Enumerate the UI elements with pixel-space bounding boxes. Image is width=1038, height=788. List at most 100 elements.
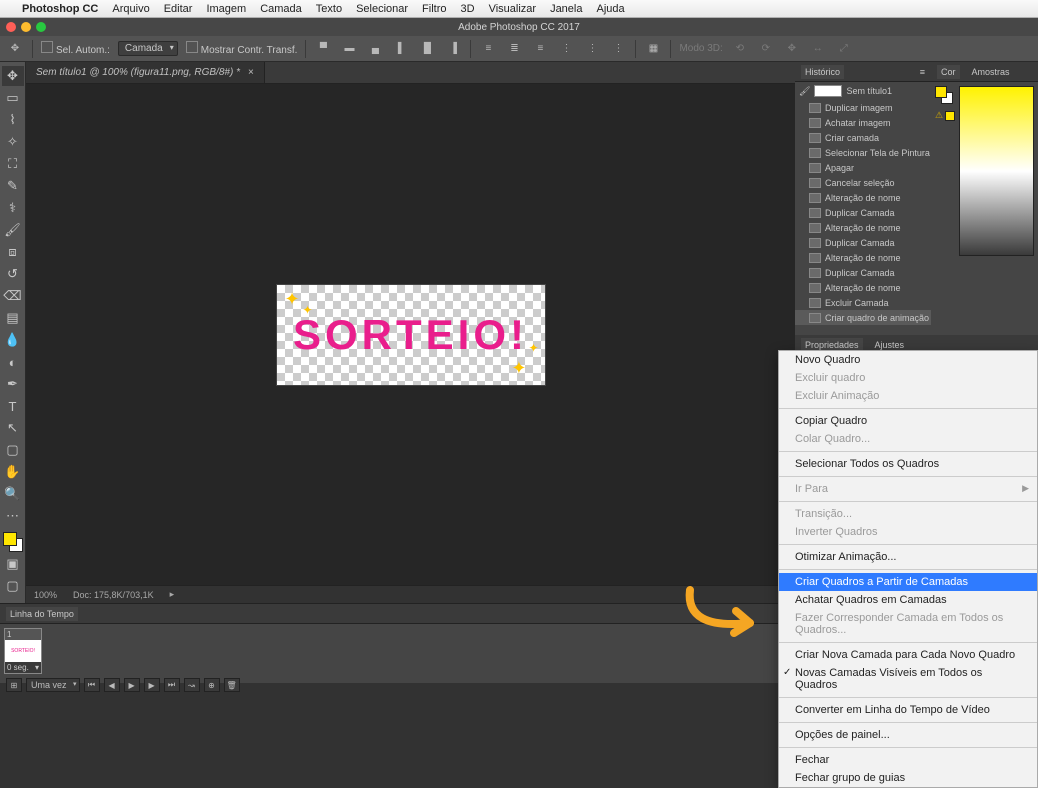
menu-item[interactable]: Criar Quadros a Partir de Camadas <box>779 573 1037 591</box>
traffic-lights[interactable] <box>6 22 46 32</box>
menu-3d[interactable]: 3D <box>461 3 475 15</box>
rectangle-tool[interactable]: ▢ <box>2 440 24 460</box>
menu-imagem[interactable]: Imagem <box>206 3 246 15</box>
menu-editar[interactable]: Editar <box>164 3 193 15</box>
edit-toolbar[interactable]: ⋯ <box>2 506 24 526</box>
history-item[interactable]: Duplicar imagem <box>795 100 931 115</box>
tween-icon[interactable]: ↝ <box>184 678 200 692</box>
history-item[interactable]: Apagar <box>795 160 931 175</box>
blur-tool[interactable]: 💧 <box>2 330 24 350</box>
path-select-tool[interactable]: ↖ <box>2 418 24 438</box>
history-item[interactable]: Criar camada <box>795 130 931 145</box>
auto-select-checkbox[interactable]: Sel. Autom.: <box>41 41 110 56</box>
history-item[interactable]: Duplicar Camada <box>795 205 931 220</box>
dist-hcenter-icon[interactable]: ⋮ <box>583 40 601 58</box>
menu-item[interactable]: Novas Camadas Visíveis em Todos os Quadr… <box>779 664 1037 694</box>
menu-camada[interactable]: Camada <box>260 3 302 15</box>
color-tab[interactable]: Cor <box>937 65 960 79</box>
clone-stamp-tool[interactable]: ⧈ <box>2 242 24 262</box>
history-item[interactable]: Duplicar Camada <box>795 265 931 280</box>
screenmode-toggle[interactable]: ▢ <box>2 576 24 596</box>
marquee-tool[interactable]: ▭ <box>2 88 24 108</box>
magic-wand-tool[interactable]: ✧ <box>2 132 24 152</box>
fg-color-swatch[interactable] <box>3 532 17 546</box>
brush-tool[interactable]: 🖌 <box>2 220 24 240</box>
history-item[interactable]: Alteração de nome <box>795 280 931 295</box>
lasso-tool[interactable]: ⌇ <box>2 110 24 130</box>
menu-janela[interactable]: Janela <box>550 3 582 15</box>
close-tab-icon[interactable]: × <box>248 67 254 78</box>
history-item[interactable]: Duplicar Camada <box>795 235 931 250</box>
align-right-icon[interactable]: ▐ <box>444 40 462 58</box>
history-item[interactable]: Selecionar Tela de Pintura <box>795 145 931 160</box>
history-tab[interactable]: Histórico <box>801 65 844 79</box>
history-root[interactable]: 🖌 Sem título1 <box>795 82 931 100</box>
mini-fg-swatch[interactable] <box>935 86 947 98</box>
gradient-tool[interactable]: ▤ <box>2 308 24 328</box>
menu-item[interactable]: Achatar Quadros em Camadas <box>779 591 1037 609</box>
convert-timeline-icon[interactable]: ⊞ <box>6 678 22 692</box>
close-window-icon[interactable] <box>6 22 16 32</box>
dist-bottom-icon[interactable]: ≡ <box>531 40 549 58</box>
menu-item[interactable]: Copiar Quadro <box>779 412 1037 430</box>
menu-item[interactable]: Fechar <box>779 751 1037 769</box>
healing-brush-tool[interactable]: ⚕ <box>2 198 24 218</box>
history-brush-tool[interactable]: ↺ <box>2 264 24 284</box>
play-icon[interactable]: ▶ <box>124 678 140 692</box>
zoom-window-icon[interactable] <box>36 22 46 32</box>
mini-swatches[interactable] <box>935 86 953 104</box>
history-item[interactable]: Achatar imagem <box>795 115 931 130</box>
status-flyout-icon[interactable]: ▸ <box>170 589 175 600</box>
menu-ajuda[interactable]: Ajuda <box>596 3 624 15</box>
align-top-icon[interactable]: ▀ <box>314 40 332 58</box>
dist-top-icon[interactable]: ≡ <box>479 40 497 58</box>
mac-menu-bar[interactable]: Photoshop CC Arquivo Editar Imagem Camad… <box>0 0 1038 18</box>
move-tool[interactable]: ✥ <box>2 66 24 86</box>
auto-select-combo[interactable]: Camada <box>118 41 178 56</box>
menu-arquivo[interactable]: Arquivo <box>112 3 149 15</box>
show-transform-checkbox[interactable]: Mostrar Contr. Transf. <box>186 41 298 56</box>
last-frame-icon[interactable]: ⏭ <box>164 678 180 692</box>
app-name[interactable]: Photoshop CC <box>22 3 98 15</box>
dist-vcenter-icon[interactable]: ≣ <box>505 40 523 58</box>
gamut-warning[interactable]: ⚠ <box>935 110 955 121</box>
align-vcenter-icon[interactable]: ▬ <box>340 40 358 58</box>
menu-item[interactable]: Fechar grupo de guias <box>779 769 1037 787</box>
dodge-tool[interactable]: ◐ <box>2 352 24 372</box>
loop-combo[interactable]: Uma vez <box>26 678 80 692</box>
crop-tool[interactable]: ⛶ <box>2 154 24 174</box>
document-tab[interactable]: Sem título1 @ 100% (figura11.png, RGB/8#… <box>26 62 265 83</box>
history-item[interactable]: Alteração de nome <box>795 220 931 235</box>
timeline-frame[interactable]: 1 SORTEIO! 0 seg.▾ <box>4 628 42 674</box>
eyedropper-tool[interactable]: ✎ <box>2 176 24 196</box>
hand-tool[interactable]: ✋ <box>2 462 24 482</box>
align-hcenter-icon[interactable]: █ <box>418 40 436 58</box>
delete-frame-icon[interactable]: 🗑 <box>224 678 240 692</box>
menu-item[interactable]: Selecionar Todos os Quadros <box>779 455 1037 473</box>
history-item[interactable]: Alteração de nome <box>795 190 931 205</box>
eraser-tool[interactable]: ⌫ <box>2 286 24 306</box>
align-left-icon[interactable]: ▌ <box>392 40 410 58</box>
history-item[interactable]: Excluir Camada <box>795 295 931 310</box>
color-picker[interactable] <box>959 86 1034 256</box>
menu-item[interactable]: Criar Nova Camada para Cada Novo Quadro <box>779 646 1037 664</box>
doc-size[interactable]: Doc: 175,8K/703,1K <box>73 590 154 600</box>
canvas[interactable]: ✦ ✦ ✦ ✦ SORTEIO! <box>276 284 546 386</box>
dist-left-icon[interactable]: ⋮ <box>557 40 575 58</box>
frame-delay[interactable]: 0 seg.▾ <box>5 662 41 673</box>
dist-right-icon[interactable]: ⋮ <box>609 40 627 58</box>
history-list[interactable]: 🖌 Sem título1 Duplicar imagemAchatar ima… <box>795 82 931 335</box>
menu-item[interactable]: Otimizar Animação... <box>779 548 1037 566</box>
first-frame-icon[interactable]: ⏮ <box>84 678 100 692</box>
menu-selecionar[interactable]: Selecionar <box>356 3 408 15</box>
timeline-panel-menu[interactable]: Novo QuadroExcluir quadroExcluir Animaçã… <box>778 350 1038 788</box>
next-frame-icon[interactable]: ▶ <box>144 678 160 692</box>
menu-item[interactable]: Converter em Linha do Tempo de Vídeo <box>779 701 1037 719</box>
history-item[interactable]: Cancelar seleção <box>795 175 931 190</box>
history-item[interactable]: Alteração de nome <box>795 250 931 265</box>
menu-item[interactable]: Opções de painel... <box>779 726 1037 744</box>
new-frame-icon[interactable]: ⊕ <box>204 678 220 692</box>
minimize-window-icon[interactable] <box>21 22 31 32</box>
history-item[interactable]: Criar quadro de animação <box>795 310 931 325</box>
type-tool[interactable]: T <box>2 396 24 416</box>
